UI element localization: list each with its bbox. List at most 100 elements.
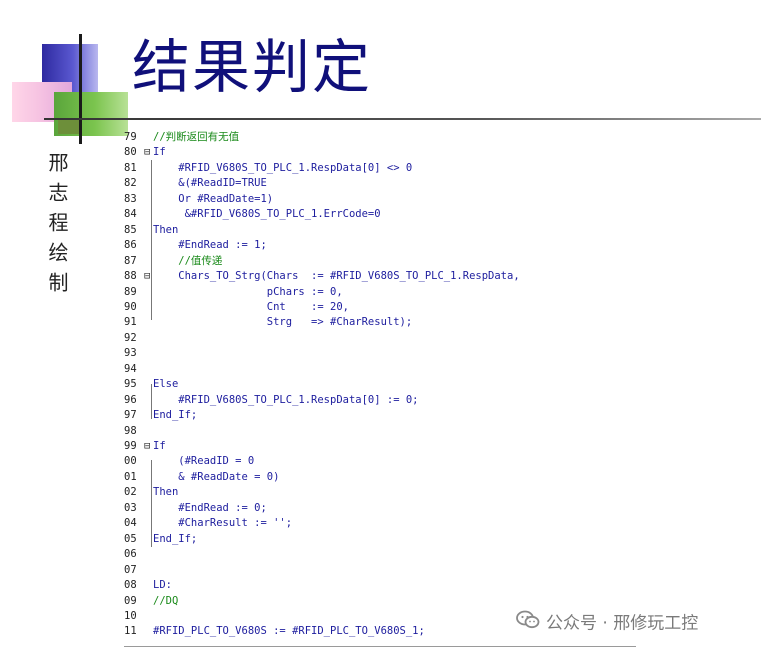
fold-marker-icon: ⊟ <box>144 270 151 283</box>
code-text: &#RFID_V680S_TO_PLC_1.ErrCode=0 <box>153 208 381 221</box>
line-number: 85 <box>124 223 137 236</box>
author-credit: 邢志程绘制 <box>45 152 69 302</box>
line-number: 05 <box>124 532 137 545</box>
code-text: Strg => #CharResult); <box>153 316 413 329</box>
code-keyword: End_If; <box>153 532 198 545</box>
line-number: 00 <box>124 455 137 468</box>
line-number: 83 <box>124 192 137 205</box>
line-number: 08 <box>124 579 137 592</box>
code-keyword: Else <box>153 378 179 391</box>
code-text: pChars := 0, <box>153 285 343 298</box>
slide-title: 结果判定 <box>132 33 373 101</box>
code-line: 08 LD: <box>124 578 172 593</box>
code-keyword: End_If; <box>153 409 198 422</box>
code-line: 10 <box>124 609 153 624</box>
code-text: #RFID_V680S_TO_PLC_1.RespData[0] <> 0 <box>153 161 413 174</box>
code-line: 93 <box>124 346 153 361</box>
code-line: 82 &(#ReadID=TRUE <box>124 176 267 191</box>
decor-green-accent <box>58 118 80 134</box>
line-number: 99 <box>124 440 137 452</box>
code-keyword: If <box>153 440 166 452</box>
line-number: 04 <box>124 517 137 530</box>
line-number: 81 <box>124 161 137 174</box>
line-number: 87 <box>124 254 137 267</box>
code-line: 06 <box>124 547 153 562</box>
code-line: 95 Else <box>124 377 178 392</box>
code-text: #RFID_PLC_TO_V680S := #RFID_PLC_TO_V680S… <box>153 625 425 638</box>
line-number: 11 <box>124 625 137 638</box>
line-number: 98 <box>124 424 137 437</box>
line-number: 97 <box>124 409 137 422</box>
code-line: 96 #RFID_V680S_TO_PLC_1.RespData[0] := 0… <box>124 393 419 408</box>
code-line: 03 #EndRead := 0; <box>124 501 267 516</box>
line-number: 93 <box>124 347 137 360</box>
title-underline <box>44 118 761 120</box>
line-number: 79 <box>124 131 137 143</box>
code-text: Or #ReadDate=1) <box>153 192 274 205</box>
code-line: 01 & #ReadDate = 0) <box>124 470 279 485</box>
code-line: 05 End_If; <box>124 532 197 547</box>
code-line: 09 //DQ <box>124 594 178 609</box>
code-line: 94 <box>124 362 153 377</box>
line-number: 86 <box>124 239 137 252</box>
code-line: 86 #EndRead := 1; <box>124 238 267 253</box>
line-number: 02 <box>124 486 137 499</box>
code-keyword: Then <box>153 223 179 236</box>
line-number: 90 <box>124 300 137 313</box>
fold-marker-icon: ⊟ <box>144 146 151 159</box>
code-listing: 79//判断返回有无值 80 ⊟ If 81 #RFID_V680S_TO_PLC_1.… <box>124 125 644 645</box>
code-line: 98 <box>124 424 153 439</box>
code-line: 85 Then <box>124 223 178 238</box>
code-line: 81 #RFID_V680S_TO_PLC_1.RespData[0] <> 0 <box>124 161 412 176</box>
code-keyword: Then <box>153 486 179 499</box>
watermark-text: 公众号 · 邢修玩工控 <box>546 613 699 634</box>
line-number: 94 <box>124 362 137 375</box>
code-text: #EndRead := 1; <box>153 239 267 252</box>
line-number: 89 <box>124 285 137 298</box>
code-comment: //DQ <box>153 594 179 607</box>
line-number: 09 <box>124 594 137 607</box>
code-line: 99 ⊟ If <box>124 439 166 454</box>
line-number: 95 <box>124 378 137 391</box>
code-panel-border <box>124 646 636 647</box>
code-text: & #ReadDate = 0) <box>153 470 280 483</box>
code-text: Cnt := 20, <box>153 300 349 313</box>
watermark: 公众号 · 邢修玩工控 <box>516 610 698 634</box>
code-line: 11 #RFID_PLC_TO_V680S := #RFID_PLC_TO_V68… <box>124 624 425 639</box>
code-keyword: If <box>153 146 166 159</box>
code-line: 79 //判断返回有无值 <box>124 130 239 145</box>
code-line: 02 Then <box>124 485 178 500</box>
line-number: 06 <box>124 548 137 561</box>
code-line: 07 <box>124 563 153 578</box>
line-number: 01 <box>124 470 137 483</box>
code-line: 00 (#ReadID = 0 <box>124 454 254 469</box>
line-number: 96 <box>124 393 137 406</box>
line-number: 92 <box>124 331 137 344</box>
code-line: 97 End_If; <box>124 408 197 423</box>
line-number: 80 <box>124 146 137 159</box>
code-line: 84 &#RFID_V680S_TO_PLC_1.ErrCode=0 <box>124 207 381 222</box>
code-line: 87 //值传递 <box>124 254 222 269</box>
code-line: 88 ⊟ Chars_TO_Strg(Chars := #RFID_V680S_T… <box>124 269 520 284</box>
line-number: 07 <box>124 563 137 576</box>
wechat-icon <box>516 610 540 637</box>
line-number: 82 <box>124 177 137 190</box>
code-text: #EndRead := 0; <box>153 501 267 514</box>
code-line: 92 <box>124 331 153 346</box>
code-text: #RFID_V680S_TO_PLC_1.RespData[0] := 0; <box>153 393 419 406</box>
decor-vertical-rule <box>79 34 82 144</box>
code-text: Chars_TO_Strg(Chars := #RFID_V680S_TO_PL… <box>153 270 520 283</box>
code-line: 89 pChars := 0, <box>124 285 343 300</box>
line-number: 03 <box>124 501 137 514</box>
line-number: 88 <box>124 270 137 283</box>
line-number: 10 <box>124 609 137 622</box>
code-line: 83 Or #ReadDate=1) <box>124 192 273 207</box>
code-keyword: LD: <box>153 579 172 592</box>
code-line: 91 Strg => #CharResult); <box>124 315 412 330</box>
code-line: 90 Cnt := 20, <box>124 300 349 315</box>
line-number: 84 <box>124 208 137 221</box>
code-text: &(#ReadID=TRUE <box>153 177 267 190</box>
code-line: 80 ⊟ If <box>124 145 166 160</box>
code-text: #CharResult := ''; <box>153 517 293 530</box>
line-number: 91 <box>124 316 137 329</box>
